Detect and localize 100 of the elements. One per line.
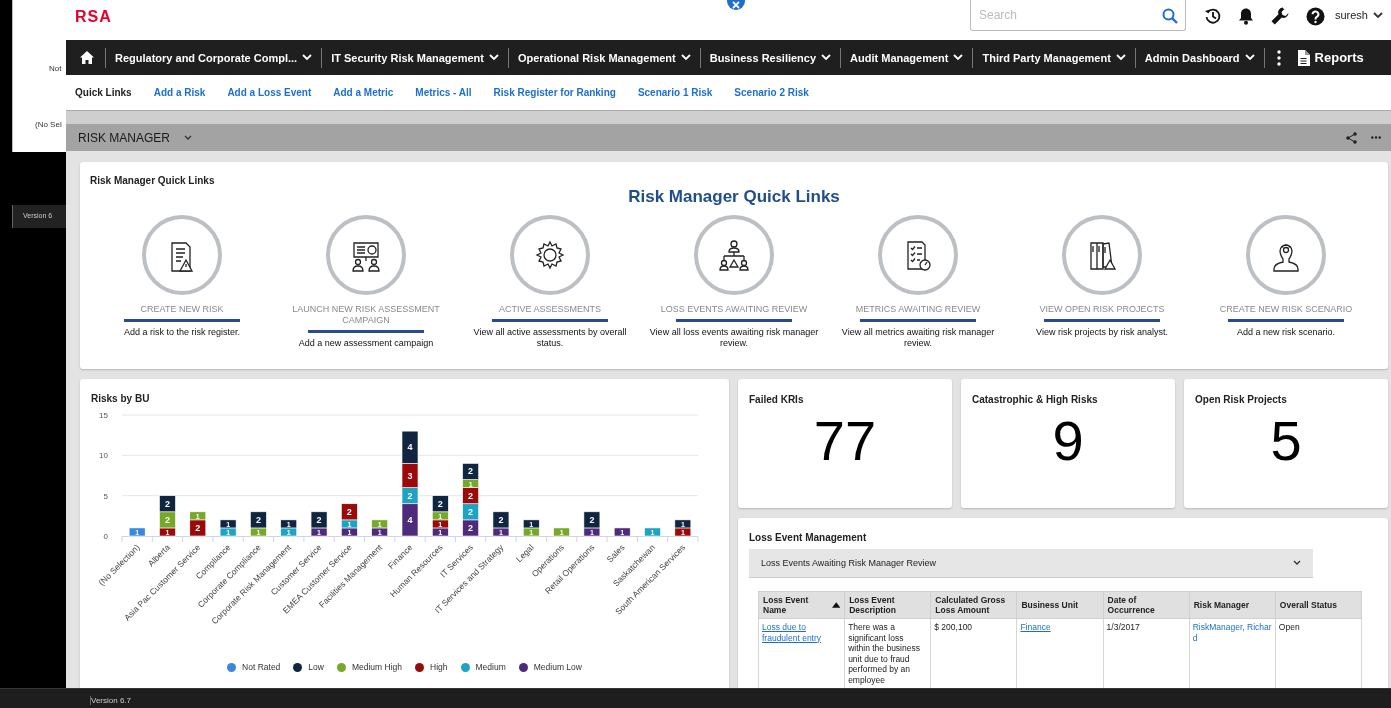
wrench-icon[interactable]: [1269, 6, 1290, 26]
quick-link-button[interactable]: [1246, 215, 1326, 295]
kpi-title: Catastrophic & High Risks: [972, 394, 1099, 405]
share-icon[interactable]: [1346, 131, 1357, 144]
chevron-icon: [821, 54, 832, 61]
data-label: 2: [164, 498, 170, 509]
data-label: 4: [407, 514, 413, 525]
quick-link-title[interactable]: LOSS EVENTS AWAITING REVIEW: [659, 304, 809, 315]
quick-link-description: View all metrics awaiting risk manager review.: [840, 327, 996, 349]
nav-menu-item[interactable]: Admin Dashboard: [1134, 47, 1264, 68]
nav-menu-item[interactable]: Business Resiliency: [699, 47, 841, 68]
table-cell: 1/3/2017: [1106, 622, 1140, 632]
chart-title: Risks by BU: [91, 393, 151, 404]
quick-link-button[interactable]: [694, 215, 774, 295]
quick-link-description: View all loss events awaiting risk manager review.: [649, 327, 819, 349]
more-icon[interactable]: [1371, 136, 1381, 139]
tick-label: 15: [99, 411, 108, 420]
bar: [674, 519, 692, 529]
nav-menu-item[interactable]: Third Party Management: [972, 47, 1135, 68]
nav-menu-item[interactable]: Operational Risk Management: [507, 47, 700, 68]
version-label: Version 6.7: [90, 696, 132, 705]
quick-link-title[interactable]: CREATE NEW RISK SCENARIO: [1211, 304, 1361, 315]
data-label: 2: [468, 506, 474, 517]
bar: [401, 463, 419, 488]
kpi-value: 5: [1269, 409, 1303, 473]
data-label: 2: [195, 522, 201, 533]
bar: [128, 527, 146, 537]
nav-menu-item[interactable]: IT Security Risk Management: [321, 47, 508, 68]
reports-link[interactable]: Reports: [1292, 47, 1364, 68]
quick-link[interactable]: Scenario 1 Risk: [637, 87, 713, 98]
bar: [553, 527, 570, 537]
card-title: Loss Event Management: [749, 532, 868, 543]
chevron-icon[interactable]: [184, 134, 192, 141]
quick-link-button[interactable]: [510, 215, 590, 295]
quick-link-button[interactable]: [142, 215, 222, 295]
logo: RSA: [75, 8, 112, 26]
kpi-value: 77: [812, 409, 878, 473]
nav-menu-item[interactable]: Audit Management: [840, 47, 973, 68]
background-text: (No Sel: [35, 120, 62, 129]
section-title: RISK MANAGER: [78, 130, 170, 145]
filter-dropdown[interactable]: Loss Events Awaiting Risk Manager Review: [749, 549, 1313, 578]
help-icon[interactable]: [1305, 6, 1325, 26]
card-heading: Risk Manager Quick Links: [627, 187, 841, 207]
table-cell: Open: [1278, 622, 1300, 632]
quick-link-title[interactable]: METRICS AWAITING REVIEW: [843, 304, 993, 315]
chevron-icon: [680, 54, 691, 61]
legend-label: Medium: [475, 662, 506, 672]
quick-link-title[interactable]: VIEW OPEN RISK PROJECTS: [1027, 304, 1177, 315]
tick-label: 0: [103, 532, 108, 541]
quick-links-label: Quick Links: [75, 87, 132, 98]
chevron-icon: [1293, 560, 1301, 566]
data-label: 2: [255, 514, 261, 525]
chevron-icon: [488, 54, 499, 61]
data-label: 2: [498, 514, 504, 525]
quick-link-description: Add a risk to the risk register.: [122, 327, 241, 338]
quick-link[interactable]: Scenario 2 Risk: [734, 87, 809, 98]
data-label: 2: [316, 514, 322, 525]
nav-menu-item[interactable]: Regulatory and Corporate Compl...: [105, 47, 322, 68]
quick-link[interactable]: Metrics - All: [415, 87, 472, 98]
quick-link[interactable]: Add a Metric: [333, 87, 394, 98]
quick-link-button[interactable]: [1062, 215, 1142, 295]
kpi-value: 9: [1051, 409, 1085, 473]
legend-label: Not Rated: [242, 662, 281, 672]
search-field[interactable]: Search: [969, 0, 1186, 31]
quick-link[interactable]: Add a Loss Event: [227, 87, 312, 98]
quick-link[interactable]: Risk Register for Ranking: [493, 87, 616, 98]
more-icon[interactable]: [1276, 49, 1281, 66]
quick-link-title[interactable]: LAUNCH NEW RISK ASSESSMENT CAMPAIGN: [291, 304, 441, 326]
chevron-icon: [953, 54, 964, 61]
data-label: 2: [589, 514, 595, 525]
chevron-icon: [1244, 54, 1255, 61]
bar: [401, 430, 419, 464]
quick-link[interactable]: Add a Risk: [153, 87, 206, 98]
search-icon[interactable]: [1161, 8, 1178, 24]
home-icon[interactable]: [79, 50, 95, 65]
sort-ascending-icon[interactable]: [831, 602, 841, 608]
quick-link-button[interactable]: [326, 215, 406, 295]
quick-link-button[interactable]: [878, 215, 958, 295]
legend-label: Medium High: [351, 662, 402, 672]
bar: [219, 527, 237, 537]
history-icon[interactable]: [1203, 7, 1222, 25]
table-link[interactable]: Finance: [1020, 622, 1100, 633]
bell-icon[interactable]: [1237, 7, 1254, 25]
data-label: 2: [407, 490, 413, 501]
quick-link-title[interactable]: CREATE NEW RISK: [107, 304, 257, 315]
user-menu[interactable]: suresh: [1334, 9, 1383, 21]
table-cell: There was a significant loss within the business unit due to fraud performed by an employee: [848, 622, 920, 685]
bar: [371, 519, 388, 529]
quick-link-description: View all active assessments by overall status.: [472, 327, 628, 349]
bar: [522, 519, 540, 529]
legend-label: High: [430, 662, 448, 672]
data-label: 2: [346, 506, 352, 517]
bar: [219, 519, 237, 529]
quick-link-title[interactable]: ACTIVE ASSESSMENTS: [475, 304, 625, 315]
tick-label: 10: [99, 451, 108, 461]
data-label: 2: [437, 498, 443, 509]
bar: [280, 519, 298, 529]
chevron-icon: [1115, 54, 1126, 61]
data-label: 2: [468, 522, 474, 533]
chevron-icon: [302, 54, 313, 61]
